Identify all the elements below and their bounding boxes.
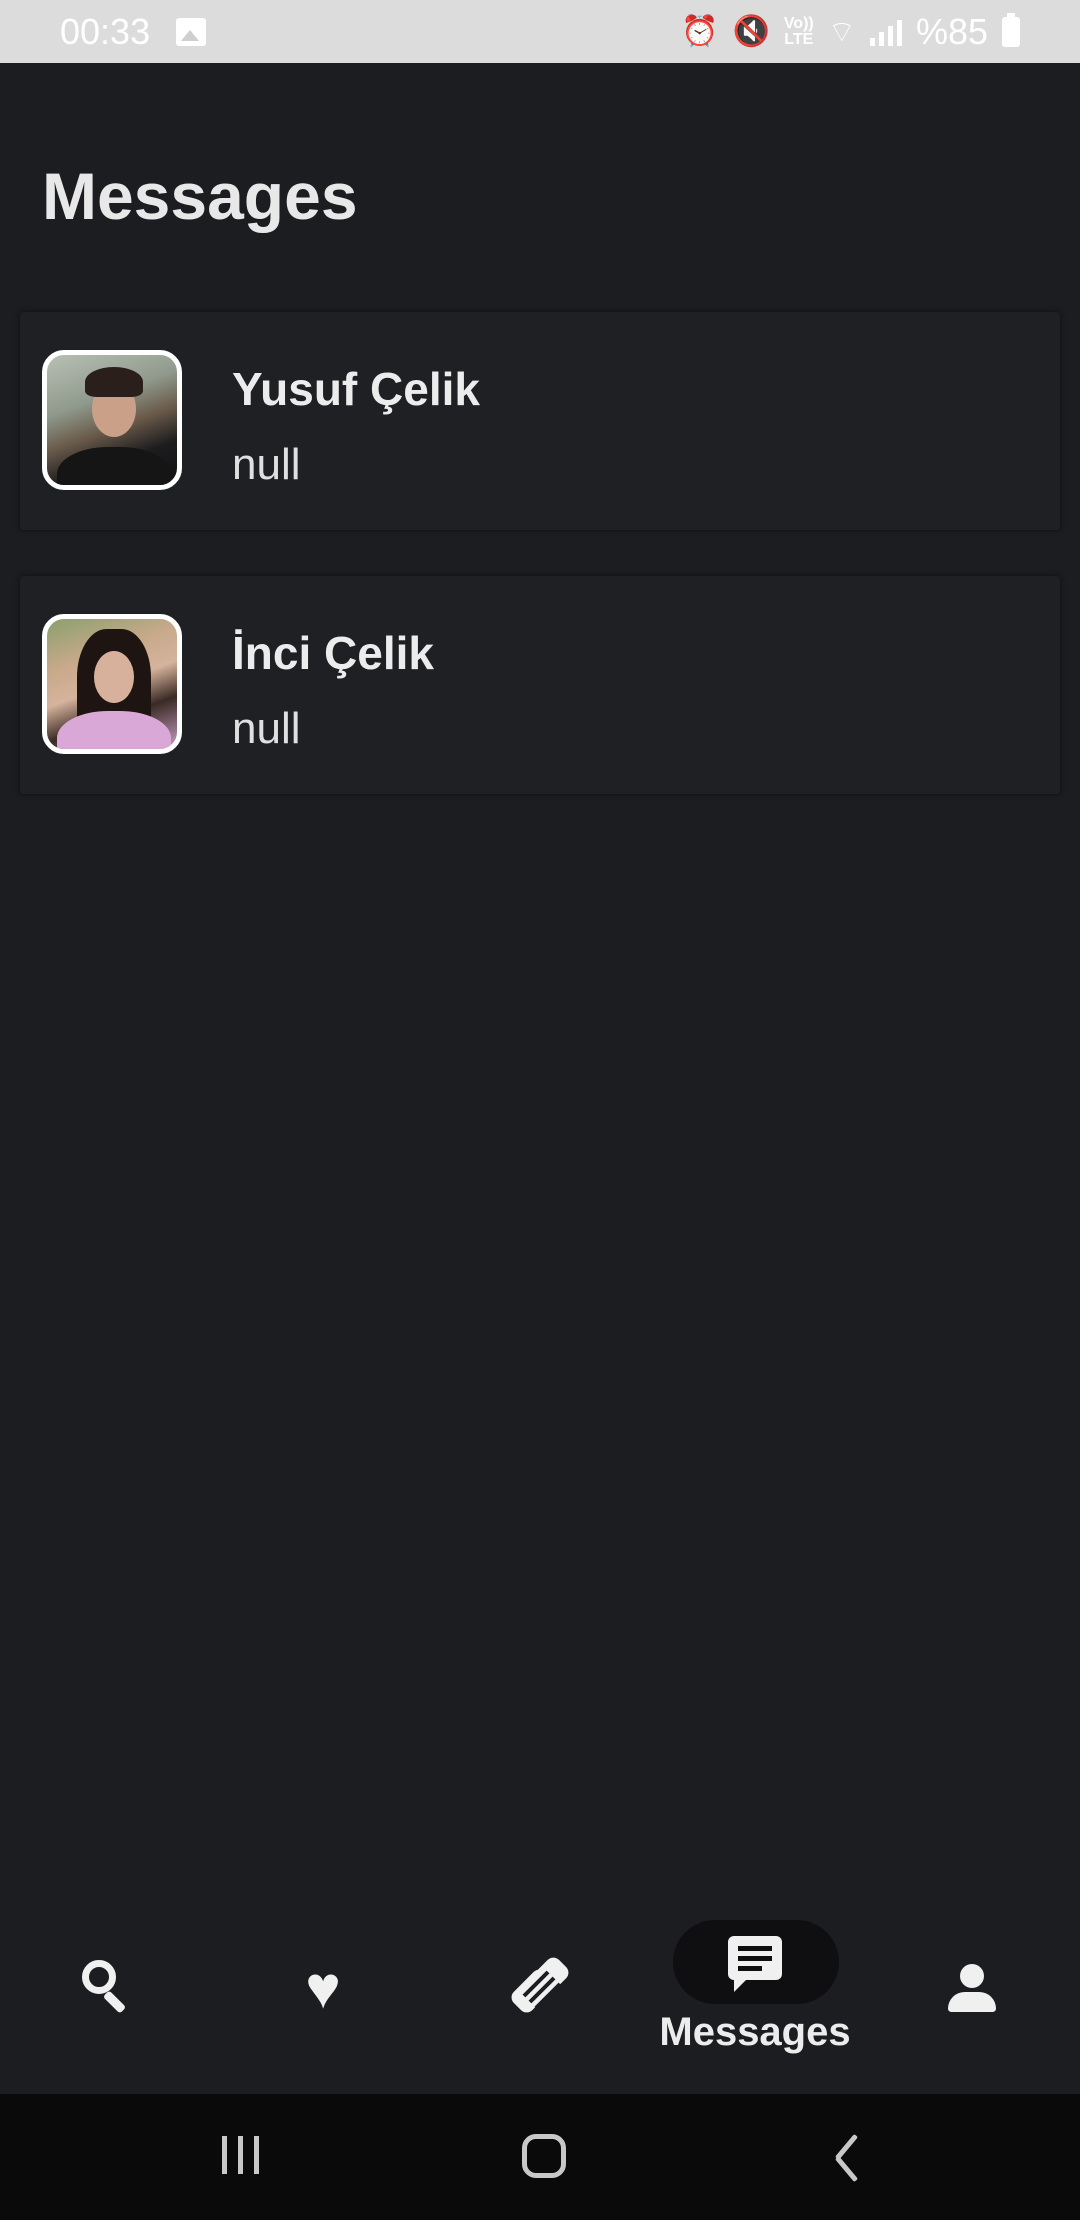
person-icon xyxy=(948,1964,996,2012)
conversation-name: Yusuf Çelik xyxy=(232,363,480,415)
system-nav-bar xyxy=(0,2094,1080,2220)
image-icon xyxy=(176,17,207,46)
lte-label: LTE xyxy=(784,30,814,48)
conversation-preview: null xyxy=(232,440,301,489)
nav-item-matches[interactable] xyxy=(440,1898,640,2094)
volte-icon: Vo)) LTE xyxy=(783,14,814,48)
conversation-name: İnci Çelik xyxy=(232,627,434,679)
message-icon xyxy=(728,1936,782,1992)
conversation-item[interactable]: Yusuf Çelik null xyxy=(20,312,1060,530)
nav-item-profile[interactable] xyxy=(872,1898,1072,2094)
search-icon xyxy=(82,1960,130,2014)
mute-icon: 🔇 xyxy=(732,15,770,48)
back-icon[interactable] xyxy=(830,2132,870,2183)
nav-item-search[interactable] xyxy=(6,1898,206,2094)
status-time: 00:33 xyxy=(60,10,151,52)
signal-icon xyxy=(869,18,902,46)
avatar[interactable] xyxy=(42,614,182,754)
nav-item-favorites[interactable]: ♥ xyxy=(223,1898,423,2094)
heart-icon: ♥ xyxy=(305,1954,341,2021)
nav-label-messages: Messages xyxy=(659,2010,851,2054)
page-title: Messages xyxy=(42,159,358,233)
battery-icon xyxy=(1002,12,1020,47)
wifi-icon: ⌔ xyxy=(827,15,856,49)
bottom-nav: ♥ Messages xyxy=(0,1898,1080,2094)
battery-percent: %85 xyxy=(915,10,988,52)
nav-item-messages[interactable]: Messages xyxy=(655,1898,855,2094)
conversation-item[interactable]: İnci Çelik null xyxy=(20,576,1060,794)
recents-icon[interactable] xyxy=(222,2132,262,2182)
handshake-icon xyxy=(508,1954,572,2016)
status-icons: ⏰ 🔇 Vo)) LTE ⌔ %85 xyxy=(681,11,1020,53)
alarm-icon: ⏰ xyxy=(681,15,719,48)
status-bar: 00:33 ⏰ 🔇 Vo)) LTE ⌔ %85 xyxy=(0,0,1080,63)
conversation-preview: null xyxy=(232,704,301,753)
volte-label: Vo)) xyxy=(783,14,814,32)
avatar[interactable] xyxy=(42,350,182,490)
home-icon[interactable] xyxy=(522,2134,566,2178)
